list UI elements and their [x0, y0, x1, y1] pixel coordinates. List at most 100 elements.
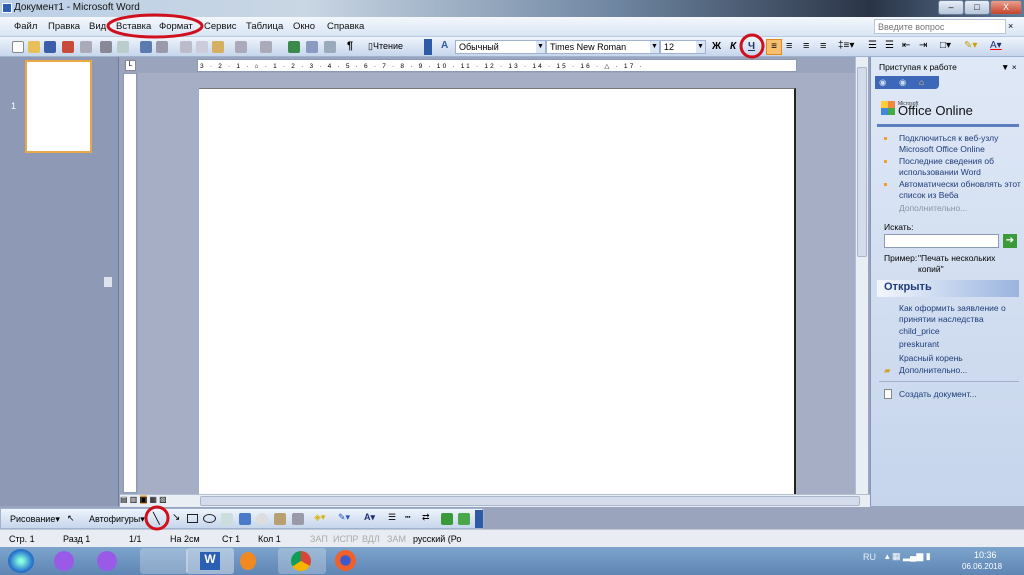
recent-file[interactable]: child_price — [899, 326, 940, 337]
tab-selector[interactable]: L — [125, 60, 136, 71]
line-color-icon[interactable]: ✎▾ — [338, 512, 350, 523]
email-icon[interactable] — [80, 41, 92, 53]
back-icon[interactable]: ◉ — [879, 77, 886, 88]
clock-date[interactable]: 06.06.2018 — [962, 562, 1002, 571]
scroll-thumb[interactable] — [857, 67, 867, 257]
status-rec[interactable]: ЗАП — [310, 534, 328, 544]
task-pane-menu-icon[interactable]: ▼ × — [1001, 62, 1017, 73]
firefox-icon[interactable] — [335, 550, 356, 571]
print-icon[interactable] — [100, 41, 112, 53]
show-formatting-icon[interactable]: ¶ — [347, 40, 353, 52]
toolbar-options-icon[interactable] — [424, 39, 432, 55]
menu-help[interactable]: Справка — [327, 21, 364, 32]
decrease-indent-button[interactable]: ⇤ — [902, 40, 910, 51]
status-ext[interactable]: ВДЛ — [362, 534, 380, 544]
vertical-scrollbar[interactable] — [855, 57, 868, 494]
media-player-icon[interactable] — [240, 552, 256, 570]
open-icon[interactable] — [28, 41, 40, 53]
tables-borders-icon[interactable] — [306, 41, 318, 53]
recent-file[interactable]: Как оформить заявление о принятии наслед… — [899, 303, 1021, 325]
scroll-thumb[interactable] — [200, 496, 860, 506]
borders-button[interactable]: □▾ — [940, 40, 951, 51]
document-page[interactable] — [199, 88, 796, 494]
menu-insert[interactable]: Вставка — [116, 21, 151, 32]
menu-tools[interactable]: Сервис — [204, 21, 237, 32]
open-more-link[interactable]: Дополнительно... — [899, 365, 967, 376]
minimize-button[interactable]: – — [938, 0, 964, 15]
clipart-icon[interactable] — [274, 513, 286, 525]
styles-icon[interactable]: A — [441, 40, 448, 51]
cut-icon[interactable] — [180, 41, 192, 53]
style-select[interactable]: Обычный ▼ — [455, 40, 546, 54]
language-indicator[interactable]: RU — [863, 552, 876, 562]
recent-file[interactable]: Красный корень — [899, 353, 963, 364]
status-ovr[interactable]: ЗАМ — [387, 534, 406, 544]
hyperlink-icon[interactable] — [288, 41, 300, 53]
align-center-button[interactable]: ≡ — [786, 40, 792, 52]
drawing-menu-button[interactable]: Рисование▾ — [10, 514, 60, 525]
align-right-button[interactable]: ≡ — [803, 40, 809, 52]
arrow-icon[interactable]: ↘ — [172, 512, 180, 523]
horizontal-scrollbar[interactable]: ▤ ▥ ▣ ▦ ▧ — [120, 494, 870, 507]
start-button[interactable] — [8, 549, 34, 573]
status-trk[interactable]: ИСПР — [333, 534, 358, 544]
font-color-icon[interactable]: A▾ — [364, 512, 375, 523]
ask-question-input[interactable] — [874, 19, 1006, 34]
align-left-button[interactable]: ≡ — [766, 39, 782, 55]
menu-table[interactable]: Таблица — [246, 21, 283, 32]
line-icon[interactable]: ╲ — [153, 512, 160, 525]
link-office-online[interactable]: Подключиться к веб-узлу Microsoft Office… — [899, 133, 1019, 155]
clock-time[interactable]: 10:36 — [974, 550, 997, 560]
font-color-button[interactable]: A▾ — [990, 40, 1002, 51]
search-input[interactable] — [884, 234, 999, 248]
research-icon[interactable] — [156, 41, 168, 53]
chevron-down-icon[interactable]: ▼ — [650, 41, 659, 53]
increase-indent-button[interactable]: ⇥ — [919, 40, 927, 51]
reading-button[interactable]: ▯Чтение — [368, 41, 403, 52]
spelling-icon[interactable] — [140, 41, 152, 53]
microphone-icon[interactable] — [97, 551, 117, 571]
new-icon[interactable] — [12, 41, 24, 53]
underline-button[interactable]: Ч — [748, 41, 755, 52]
link-auto-update[interactable]: Автоматически обновлять этот список из В… — [899, 179, 1023, 201]
print-preview-icon[interactable] — [117, 41, 129, 53]
rectangle-icon[interactable] — [187, 514, 198, 523]
shadow-icon[interactable] — [441, 513, 453, 525]
horizontal-ruler[interactable]: 3 · 2 · 1 · ⌂ · 1 · 2 · 3 · 4 · 5 · 6 · … — [197, 59, 797, 72]
view-buttons[interactable]: ▤ ▥ ▣ ▦ ▧ — [120, 495, 167, 504]
fill-color-icon[interactable]: ◈▾ — [314, 512, 325, 523]
oval-icon[interactable] — [203, 514, 216, 523]
link-latest-news[interactable]: Последние сведения об использовании Word — [899, 156, 1019, 178]
menu-view[interactable]: Вид — [89, 21, 106, 32]
home-icon[interactable]: ⌂ — [919, 77, 924, 88]
3d-icon[interactable] — [458, 513, 470, 525]
menu-edit[interactable]: Правка — [48, 21, 80, 32]
bullets-button[interactable]: ☰ — [885, 40, 894, 51]
chevron-down-icon[interactable]: ▼ — [536, 41, 545, 53]
close-button[interactable]: X — [990, 0, 1022, 15]
line-style-icon[interactable]: ☰ — [388, 512, 396, 523]
close-document-icon[interactable]: × — [1008, 21, 1013, 31]
page-thumbnail[interactable] — [25, 60, 92, 153]
numbering-button[interactable]: ☰ — [868, 40, 877, 51]
copy-icon[interactable] — [196, 41, 208, 53]
paste-icon[interactable] — [212, 41, 224, 53]
text-box-icon[interactable] — [221, 513, 233, 525]
forward-icon[interactable]: ◉ — [899, 77, 906, 88]
justify-button[interactable]: ≡ — [820, 40, 826, 52]
arrow-style-icon[interactable]: ⇄ — [422, 512, 430, 523]
chevron-down-icon[interactable]: ▼ — [696, 41, 705, 53]
save-icon[interactable] — [44, 41, 56, 53]
maximize-button[interactable]: □ — [964, 0, 990, 15]
highlight-button[interactable]: ✎▾ — [964, 40, 977, 51]
bold-button[interactable]: Ж — [712, 41, 721, 52]
italic-button[interactable]: К — [730, 41, 736, 52]
vertical-ruler[interactable] — [123, 73, 137, 493]
font-select[interactable]: Times New Roman ▼ — [546, 40, 660, 54]
diagram-icon[interactable] — [256, 513, 268, 525]
undo-icon[interactable] — [235, 41, 247, 53]
chrome-taskbar-button[interactable] — [278, 548, 326, 574]
font-size-select[interactable]: 12 ▼ — [660, 40, 706, 54]
word-taskbar-button[interactable]: W — [186, 548, 234, 574]
link-more[interactable]: Дополнительно... — [899, 203, 967, 214]
